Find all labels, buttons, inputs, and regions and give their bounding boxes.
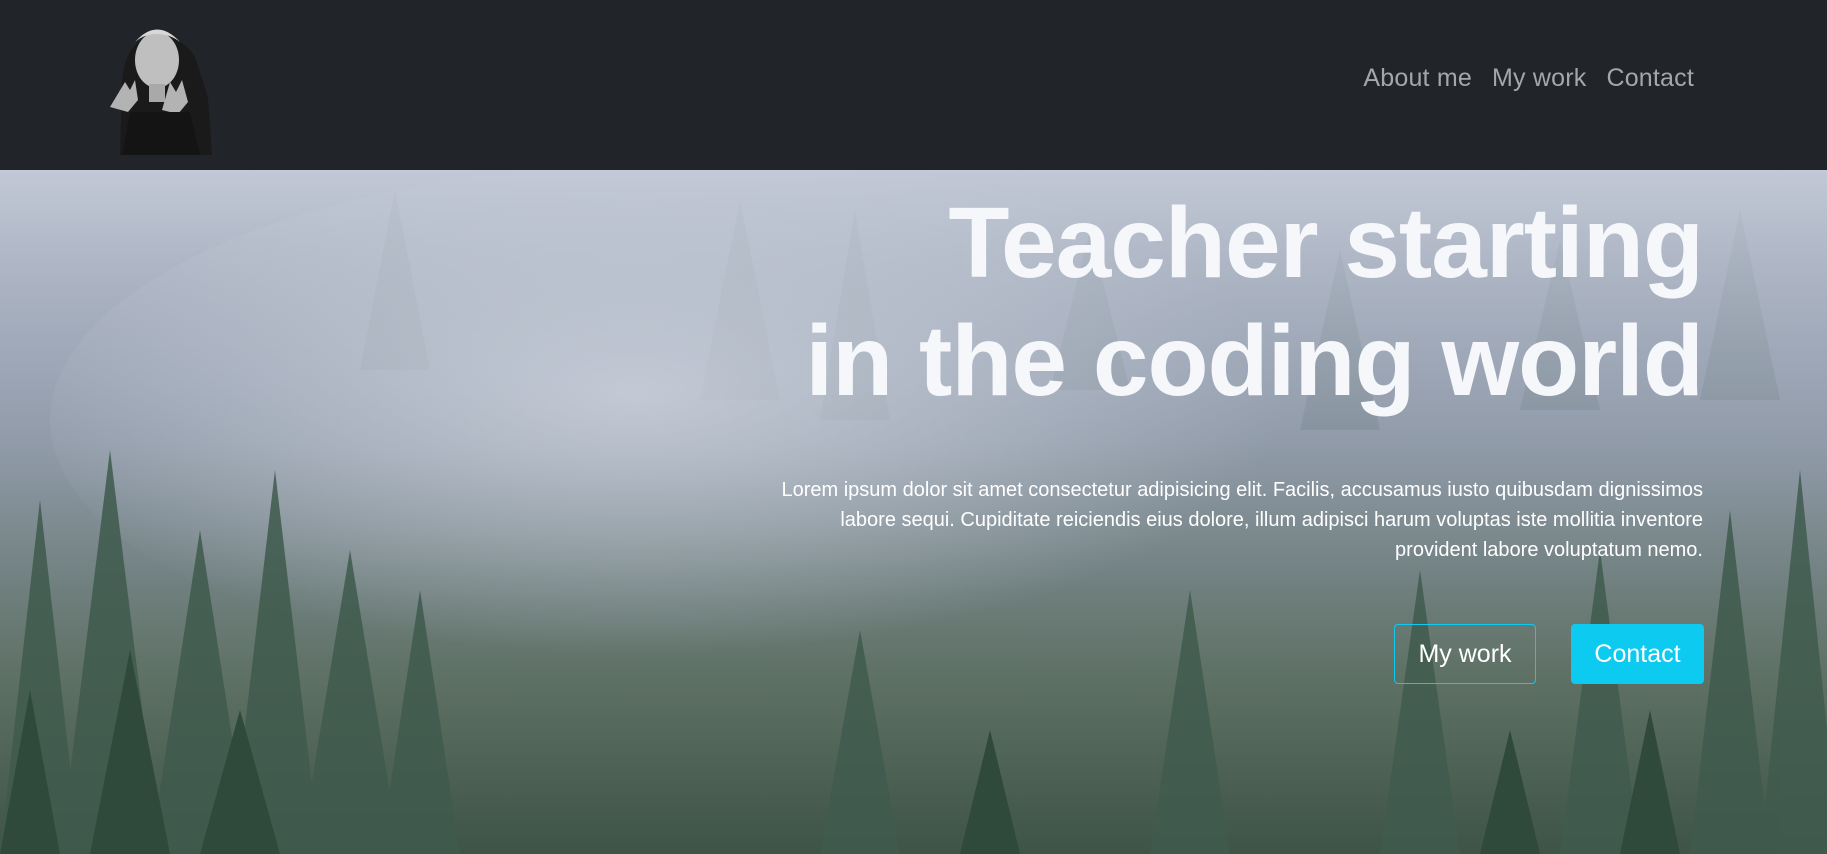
nav-link-contact[interactable]: Contact bbox=[1606, 64, 1694, 93]
statue-avatar-logo[interactable] bbox=[100, 12, 215, 155]
hero-section: Teacher starting in the coding world Lor… bbox=[0, 170, 1827, 854]
hero-title: Teacher starting in the coding world bbox=[603, 184, 1704, 420]
hero-title-line-2: in the coding world bbox=[805, 305, 1704, 417]
nav-link-my-work[interactable]: My work bbox=[1492, 64, 1586, 93]
contact-button[interactable]: Contact bbox=[1571, 624, 1704, 684]
hero-description: Lorem ipsum dolor sit amet consectetur a… bbox=[781, 479, 1703, 561]
navbar: About me My work Contact bbox=[0, 0, 1827, 170]
my-work-button[interactable]: My work bbox=[1394, 624, 1536, 684]
nav-links: About me My work Contact bbox=[1363, 64, 1694, 93]
nav-link-about-me[interactable]: About me bbox=[1363, 64, 1472, 93]
hero-title-line-1: Teacher starting bbox=[948, 187, 1704, 299]
